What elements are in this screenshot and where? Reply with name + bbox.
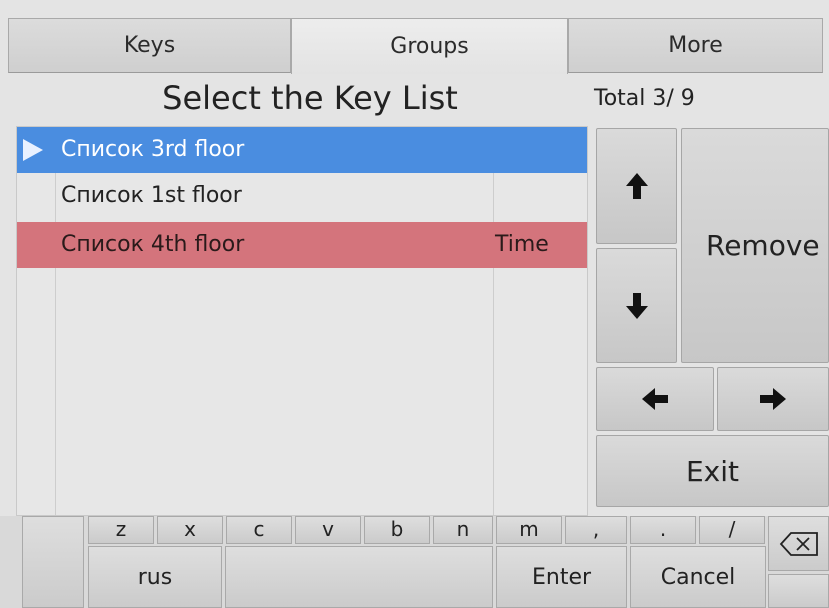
key-list[interactable]: Список 3rd floor Список 1st floor Список… — [16, 126, 588, 516]
key-comma[interactable]: , — [565, 516, 627, 544]
tab-keys[interactable]: Keys — [8, 18, 291, 73]
keyboard-blank-key-right[interactable] — [768, 574, 829, 608]
key-b[interactable]: b — [364, 516, 430, 544]
move-up-button[interactable] — [596, 128, 677, 244]
enter-key[interactable]: Enter — [496, 546, 627, 608]
selection-arrow-icon — [23, 139, 43, 161]
list-item[interactable]: Список 3rd floor — [17, 127, 587, 173]
language-key[interactable]: rus — [88, 546, 222, 608]
cancel-key[interactable]: Cancel — [630, 546, 766, 608]
arrow-down-icon — [625, 292, 648, 319]
list-item[interactable]: Список 1st floor — [17, 173, 587, 219]
key-v[interactable]: v — [295, 516, 361, 544]
list-item-extra: Time — [495, 232, 549, 257]
tab-groups[interactable]: Groups — [291, 18, 568, 74]
tab-bar: Keys Groups More — [8, 18, 823, 74]
key-m[interactable]: m — [496, 516, 562, 544]
key-z[interactable]: z — [88, 516, 154, 544]
keyboard-blank-key[interactable] — [22, 516, 84, 608]
exit-button[interactable]: Exit — [596, 435, 829, 507]
move-down-button[interactable] — [596, 248, 677, 363]
move-right-button[interactable] — [717, 367, 829, 431]
tab-more[interactable]: More — [568, 18, 823, 73]
key-slash[interactable]: / — [699, 516, 765, 544]
arrow-left-icon — [642, 388, 668, 410]
arrow-right-icon — [760, 388, 786, 410]
key-period[interactable]: . — [630, 516, 696, 544]
on-screen-keyboard: z x c v b n m , . / rus Enter Cancel — [0, 516, 829, 608]
remove-button[interactable]: Remove — [681, 128, 829, 363]
list-item-name: Список 3rd floor — [61, 137, 245, 162]
key-x[interactable]: x — [157, 516, 223, 544]
list-item[interactable]: Список 4th floor Time — [17, 222, 587, 268]
arrow-up-icon — [625, 173, 648, 199]
key-c[interactable]: c — [226, 516, 292, 544]
list-item-name: Список 4th floor — [61, 232, 245, 257]
total-count: Total 3/ 9 — [594, 86, 695, 111]
page-title: Select the Key List — [162, 79, 458, 117]
key-n[interactable]: n — [433, 516, 493, 544]
space-key[interactable] — [225, 546, 493, 608]
move-left-button[interactable] — [596, 367, 714, 431]
backspace-icon — [779, 531, 818, 556]
backspace-key[interactable] — [768, 516, 829, 571]
list-item-name: Список 1st floor — [61, 183, 242, 208]
